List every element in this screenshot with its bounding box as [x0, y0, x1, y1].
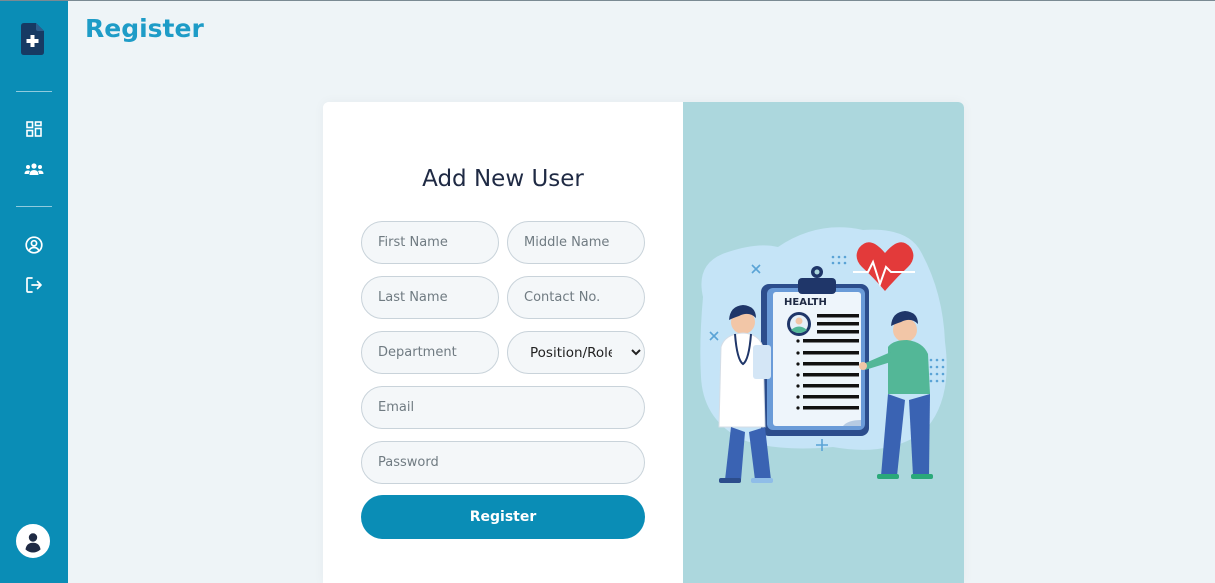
sidebar-divider — [16, 91, 52, 92]
clipboard-label: HEALTH — [784, 297, 827, 308]
user-circle-icon[interactable] — [24, 235, 44, 255]
password-input[interactable] — [361, 441, 645, 484]
contact-number-input[interactable] — [507, 276, 645, 319]
department-input[interactable] — [361, 331, 499, 374]
middle-name-input[interactable] — [507, 221, 645, 264]
register-form: Add New User Position/Role Register — [323, 102, 683, 583]
medical-clipboard-logo-icon — [21, 23, 44, 55]
first-name-input[interactable] — [361, 221, 499, 264]
doctor-patient-health-illustration: HEALTH — [700, 227, 947, 483]
sidebar — [0, 1, 68, 583]
users-group-icon[interactable] — [24, 159, 44, 179]
email-input[interactable] — [361, 386, 645, 429]
position-role-select[interactable]: Position/Role — [507, 331, 645, 374]
register-card: Add New User Position/Role Register — [323, 102, 964, 583]
page-title: Register — [85, 14, 204, 43]
logout-icon[interactable] — [24, 275, 44, 295]
sidebar-divider — [16, 206, 52, 207]
register-button[interactable]: Register — [361, 495, 645, 539]
last-name-input[interactable] — [361, 276, 499, 319]
user-avatar-icon[interactable] — [16, 524, 50, 558]
dashboard-grid-icon[interactable] — [24, 119, 44, 139]
illustration-panel: HEALTH — [683, 102, 964, 583]
form-title: Add New User — [422, 166, 584, 192]
